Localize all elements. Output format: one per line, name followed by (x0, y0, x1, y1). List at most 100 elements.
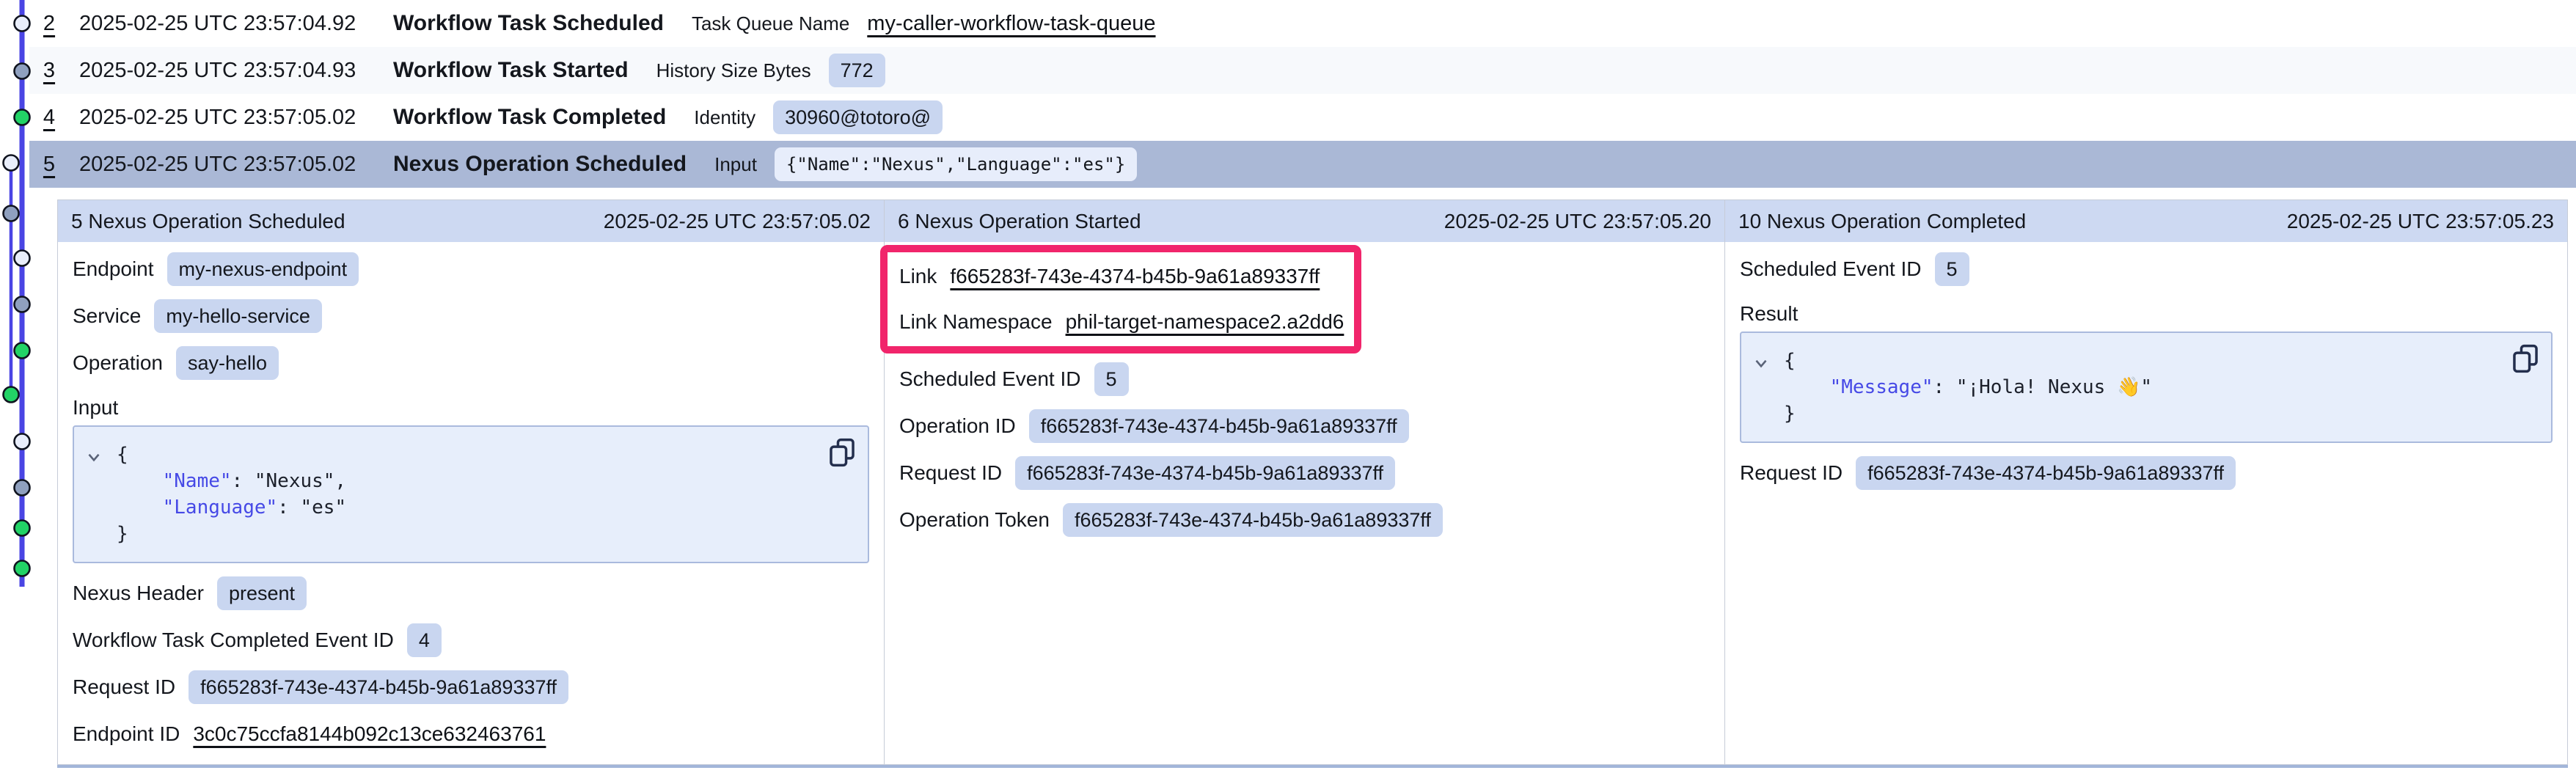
panel-title: 6 Nexus Operation Started (898, 210, 1141, 233)
field-label: Workflow Task Completed Event ID (73, 629, 394, 652)
field-label: Link Namespace (899, 310, 1053, 334)
field-value-badge: 5 (1094, 362, 1129, 396)
copy-icon[interactable] (2511, 343, 2539, 374)
event-row[interactable]: 42025-02-25 UTC 23:57:05.02Workflow Task… (29, 94, 2576, 141)
event-timestamp: 2025-02-25 UTC 23:57:04.93 (79, 59, 367, 83)
event-summary-field-label: Identity (694, 106, 755, 129)
event-summary-field-label: History Size Bytes (656, 59, 811, 82)
field-label: Request ID (899, 461, 1002, 485)
timeline-node-started (15, 64, 30, 79)
event-detail-panel: 5 Nexus Operation Scheduled 2025-02-25 UT… (57, 199, 885, 765)
section-label: Result (1740, 299, 2553, 329)
field-label: Link (899, 265, 937, 288)
event-detail-panel: 10 Nexus Operation Completed 2025-02-25 U… (1724, 199, 2568, 765)
detail-field-row: Endpointmy-nexus-endpoint (73, 252, 869, 286)
field-value-badge: my-hello-service (154, 299, 322, 333)
timeline-node-completed (15, 521, 30, 536)
detail-field-row: Link f665283f-743e-4374-b45b-9a61a89337ff (899, 260, 1342, 293)
collapse-chevron-icon[interactable] (1752, 353, 1771, 373)
event-type-name: Workflow Task Started (393, 58, 629, 83)
panel-header: 5 Nexus Operation Scheduled 2025-02-25 UT… (58, 200, 884, 242)
copy-icon[interactable] (828, 437, 856, 468)
detail-field-row: Nexus Headerpresent (73, 576, 869, 610)
event-timestamp: 2025-02-25 UTC 23:57:05.02 (79, 106, 367, 130)
timeline-node-scheduled (4, 155, 19, 171)
field-value-badge: say-hello (176, 346, 279, 380)
event-row[interactable]: 32025-02-25 UTC 23:57:04.93Workflow Task… (29, 47, 2576, 94)
panel-title: 10 Nexus Operation Completed (1738, 210, 2026, 233)
panel-timestamp: 2025-02-25 UTC 23:57:05.20 (1444, 210, 1711, 233)
event-timestamp: 2025-02-25 UTC 23:57:04.92 (79, 12, 367, 36)
event-summary-value-badge: 772 (829, 54, 885, 87)
detail-field-row: Request ID f665283f-743e-4374-b45b-9a61a8… (899, 456, 1710, 490)
field-label: Request ID (1740, 461, 1843, 485)
section-label: Input (73, 393, 869, 422)
field-label: Scheduled Event ID (899, 367, 1081, 391)
panel-body: Endpointmy-nexus-endpoint Service my-hello… (58, 242, 884, 751)
event-summary-field-label: Task Queue Name (692, 12, 849, 35)
field-label: Scheduled Event ID (1740, 257, 1922, 281)
panel-body: Scheduled Event ID 5 Result { "Message": "¡… (1725, 242, 2567, 490)
event-row[interactable]: 52025-02-25 UTC 23:57:05.02Nexus Operati… (29, 141, 2576, 188)
field-label: Endpoint ID (73, 722, 180, 746)
event-summary-value-badge: {"Name":"Nexus","Language":"es"} (775, 147, 1137, 181)
panel-timestamp: 2025-02-25 UTC 23:57:05.02 (604, 210, 871, 233)
field-label: Request ID (73, 675, 175, 699)
json-code: { "Name": "Nexus", "Language": "es"} (117, 442, 853, 547)
field-label: Operation (73, 351, 163, 375)
event-detail-panels: 5 Nexus Operation Scheduled 2025-02-25 UT… (57, 199, 2568, 768)
detail-field-row: Scheduled Event ID 5 (1740, 252, 2553, 286)
field-label: Service (73, 304, 141, 328)
event-timestamp: 2025-02-25 UTC 23:57:05.02 (79, 153, 367, 177)
event-type-name: Nexus Operation Scheduled (393, 152, 687, 177)
detail-field-row: Operation ID f665283f-743e-4374-b45b-9a61… (899, 409, 1710, 443)
json-code: { "Message": "¡Hola! Nexus 👋"} (1784, 348, 2536, 427)
detail-field-row: Workflow Task Completed Event ID 4 (73, 623, 869, 657)
detail-field-row: Request ID f665283f-743e-4374-b45b-9a61a8… (73, 670, 869, 704)
event-type-name: Workflow Task Completed (393, 105, 666, 130)
task-queue-link[interactable]: my-caller-workflow-task-queue (867, 12, 1155, 36)
event-row[interactable]: 22025-02-25 UTC 23:57:04.92Workflow Task… (29, 0, 2576, 47)
detail-field-row: Scheduled Event ID 5 (899, 362, 1710, 396)
event-type-name: Workflow Task Scheduled (393, 11, 664, 36)
panel-header: 10 Nexus Operation Completed 2025-02-25 U… (1725, 200, 2567, 242)
json-code-block: { "Name": "Nexus", "Language": "es"} (73, 425, 869, 563)
field-value-link[interactable]: 3c0c75ccfa8144b092c13ce632463761 (193, 722, 546, 746)
field-value-badge: 4 (407, 623, 442, 657)
event-history-list: 22025-02-25 UTC 23:57:04.92Workflow Task… (0, 0, 2576, 188)
field-value-link[interactable]: phil-target-namespace2.a2dd6 (1066, 310, 1344, 334)
panel-timestamp: 2025-02-25 UTC 23:57:05.23 (2287, 210, 2554, 233)
field-label: Operation ID (899, 414, 1016, 438)
field-value-badge: f665283f-743e-4374-b45b-9a61a89337ff (189, 670, 568, 704)
field-value-badge: f665283f-743e-4374-b45b-9a61a89337ff (1015, 456, 1395, 490)
field-value-badge: f665283f-743e-4374-b45b-9a61a89337ff (1029, 409, 1409, 443)
field-value-badge: 5 (1935, 252, 1969, 286)
timeline-node-scheduled (15, 251, 30, 266)
detail-field-row: Link Namespace phil-target-namespace2.a2d… (899, 305, 1342, 339)
event-summary-value-badge: 30960@totoro@ (773, 100, 943, 134)
event-timeline-gutter (0, 0, 44, 773)
timeline-node-completed (15, 343, 30, 359)
timeline-node-completed (15, 561, 30, 576)
field-value-link[interactable]: f665283f-743e-4374-b45b-9a61a89337ff (950, 265, 1320, 288)
temporal-event-history-screen: 22025-02-25 UTC 23:57:04.92Workflow Task… (0, 0, 2576, 773)
detail-field-row: Endpoint ID 3c0c75ccfa8144b092c13ce632463… (73, 717, 869, 751)
timeline-node-started (15, 480, 30, 496)
field-label: Nexus Header (73, 582, 204, 605)
timeline-node-completed (4, 387, 19, 403)
detail-field-row: Request ID f665283f-743e-4374-b45b-9a61a8… (1740, 456, 2553, 490)
detail-field-row: Operation Tokenf665283f-743e-4374-b45b-9… (899, 503, 1710, 537)
panel-title: 5 Nexus Operation Scheduled (71, 210, 345, 233)
field-label: Operation Token (899, 508, 1050, 532)
field-label: Endpoint (73, 257, 154, 281)
detail-field-row: Operation say-hello (73, 346, 869, 380)
annotation-highlight-box: Link f665283f-743e-4374-b45b-9a61a89337ff… (880, 245, 1361, 353)
field-label: Input (73, 396, 118, 420)
timeline-node-completed (15, 110, 30, 125)
panel-header: 6 Nexus Operation Started 2025-02-25 UTC … (885, 200, 1724, 242)
timeline-node-scheduled (15, 434, 30, 450)
event-detail-panel: 6 Nexus Operation Started 2025-02-25 UTC … (884, 199, 1725, 765)
collapse-chevron-icon[interactable] (84, 447, 103, 466)
timeline-node-started (15, 297, 30, 312)
field-value-badge: f665283f-743e-4374-b45b-9a61a89337ff (1856, 456, 2236, 490)
